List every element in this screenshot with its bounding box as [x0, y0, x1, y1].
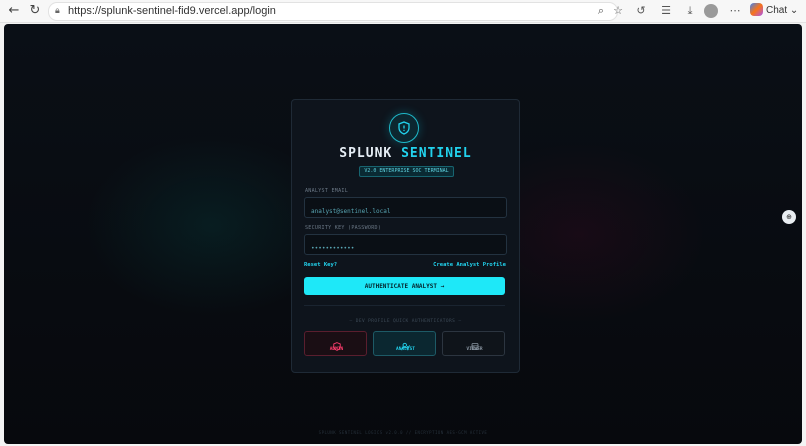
address-bar[interactable]: 🔒︎ https://splunk-sentinel-fid9.vercel.a…	[48, 2, 618, 21]
page-viewport: SPLUNK SENTINEL V2.0 ENTERPRISE SOC TERM…	[4, 24, 802, 444]
zoom-icon[interactable]: ⌕	[594, 4, 608, 18]
extensions-icon[interactable]: ↺	[634, 4, 648, 18]
refresh-icon[interactable]: ↻	[27, 3, 43, 19]
password-label: SECURITY KEY (PASSWORD)	[305, 225, 382, 231]
back-icon[interactable]: ←	[6, 3, 22, 19]
app-title: SPLUNK SENTINEL	[292, 146, 519, 161]
analyst-label: ANALYST	[396, 347, 415, 352]
profile-avatar[interactable]	[704, 4, 718, 18]
sidebar-toggle-icon[interactable]: ⊕	[782, 210, 796, 224]
shield-logo	[389, 113, 419, 143]
lock-icon: 🔒︎	[55, 6, 60, 16]
password-field[interactable]	[305, 239, 506, 258]
copilot-icon	[750, 3, 763, 16]
chat-button[interactable]: Chat ⌄	[750, 3, 798, 19]
analyst-quick-auth-button[interactable]: ANALYST	[373, 331, 436, 356]
quick-auth-label: — DEV PROFILE QUICK AUTHENTICATORS —	[349, 319, 462, 324]
email-field-wrapper	[304, 197, 507, 221]
chat-label: Chat	[766, 5, 788, 16]
favorites-list-icon[interactable]: ☰	[659, 4, 673, 18]
download-icon[interactable]: ⤓	[683, 4, 697, 18]
create-profile-link[interactable]: Create Analyst Profile	[433, 262, 506, 268]
page-footer: SPLUNK SENTINEL LOGICS v2.0.0 // ENCRYPT…	[318, 430, 488, 435]
user-icon	[374, 336, 437, 355]
database-icon	[443, 336, 506, 355]
shield-icon	[305, 336, 368, 355]
brand-accent: SENTINEL	[401, 146, 472, 161]
more-menu-icon[interactable]: ⋯	[728, 4, 742, 18]
shield-icon	[398, 121, 410, 135]
email-field[interactable]	[305, 202, 506, 221]
divider	[304, 305, 505, 306]
url-text: https://splunk-sentinel-fid9.vercel.app/…	[68, 5, 276, 17]
viewer-label: VIEWER	[466, 347, 483, 352]
viewer-quick-auth-button[interactable]: VIEWER	[442, 331, 505, 356]
password-field-wrapper	[304, 234, 507, 258]
favorite-star-icon[interactable]: ☆	[611, 4, 625, 18]
brand-primary: SPLUNK	[339, 146, 393, 161]
admin-quick-auth-button[interactable]: ADMIN	[304, 331, 367, 356]
admin-label: ADMIN	[329, 347, 344, 352]
authenticate-button[interactable]: AUTHENTICATE ANALYST →	[304, 277, 505, 295]
browser-toolbar: ← ↻ 🔒︎ https://splunk-sentinel-fid9.verc…	[0, 0, 806, 23]
reset-key-link[interactable]: Reset Key?	[304, 262, 337, 268]
email-label: ANALYST EMAIL	[305, 188, 349, 194]
version-badge: V2.0 ENTERPRISE SOC TERMINAL	[359, 166, 454, 177]
login-card: SPLUNK SENTINEL V2.0 ENTERPRISE SOC TERM…	[291, 99, 520, 373]
